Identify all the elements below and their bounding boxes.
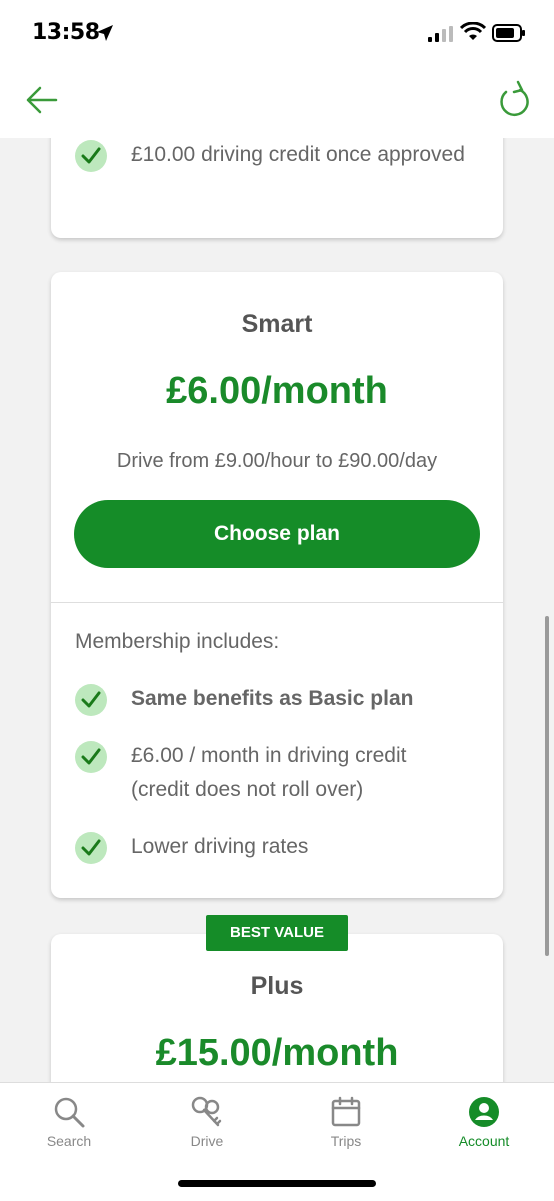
keys-icon <box>191 1096 222 1127</box>
smart-plan-card: Smart £6.00/month Drive from £9.00/hour … <box>51 272 503 898</box>
plans-list[interactable]: £10.00 driving credit once approved Smar… <box>0 138 554 1082</box>
feature-text: £6.00 / month in driving credit (credit … <box>131 744 407 801</box>
account-icon <box>469 1097 499 1127</box>
tab-label: Search <box>46 1133 92 1149</box>
check-icon <box>75 140 107 172</box>
battery-icon <box>492 24 525 42</box>
plan-name: Smart <box>241 310 313 338</box>
tab-drive[interactable]: Drive <box>138 1083 276 1163</box>
tab-label: Account <box>458 1133 510 1149</box>
best-value-badge: BEST VALUE <box>206 915 348 951</box>
feature-text: Same benefits as Basic plan <box>131 687 414 710</box>
tab-label: Drive <box>190 1133 224 1149</box>
check-icon <box>75 741 107 773</box>
home-indicator <box>178 1180 376 1187</box>
wifi-icon <box>460 22 486 40</box>
feature-text: £10.00 driving credit once approved <box>131 143 465 166</box>
status-time: 13:58 <box>32 20 100 45</box>
refresh-icon[interactable] <box>496 78 532 118</box>
nav-bar <box>0 70 554 138</box>
back-arrow-icon[interactable] <box>24 82 60 118</box>
choose-plan-button[interactable]: Choose plan <box>74 500 480 568</box>
plan-price: £6.00/month <box>166 370 388 412</box>
tab-search[interactable]: Search <box>0 1083 138 1163</box>
calendar-icon <box>331 1096 361 1127</box>
check-icon <box>75 684 107 716</box>
feature-text: Lower driving rates <box>131 835 309 858</box>
plan-name: Plus <box>250 972 304 1000</box>
check-icon <box>75 832 107 864</box>
plan-rates: Drive from £9.00/hour to £90.00/day <box>116 450 438 472</box>
plan-price: £15.00/month <box>155 1032 399 1074</box>
membership-label: Membership includes: <box>75 630 280 653</box>
cellular-signal-icon <box>428 26 453 42</box>
divider <box>51 602 503 603</box>
status-bar: 13:58 <box>0 0 554 70</box>
plus-plan-card: Plus £15.00/month <box>51 934 503 1082</box>
search-icon <box>54 1097 85 1128</box>
scrollbar[interactable] <box>545 616 549 956</box>
tab-trips[interactable]: Trips <box>277 1083 415 1163</box>
basic-plan-card: £10.00 driving credit once approved <box>51 138 503 238</box>
tab-account[interactable]: Account <box>415 1083 553 1163</box>
tab-label: Trips <box>330 1133 362 1149</box>
location-arrow-icon <box>97 25 113 41</box>
